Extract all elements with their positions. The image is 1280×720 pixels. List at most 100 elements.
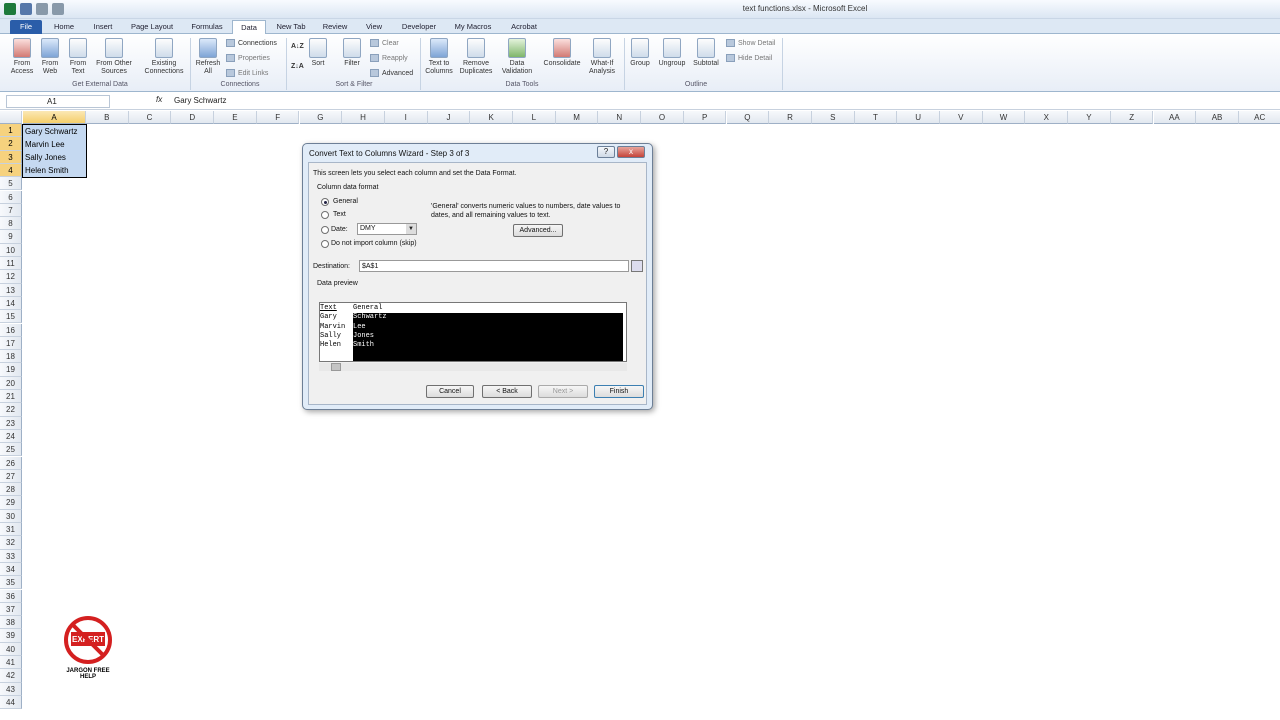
row-header-34[interactable]: 34 [0, 562, 22, 577]
row-header-5[interactable]: 5 [0, 177, 22, 191]
from-other-sources-button[interactable]: From Other Sources [92, 38, 136, 76]
remove-duplicates-button[interactable]: Remove Duplicates [456, 38, 496, 76]
tab-page-layout[interactable]: Page Layout [128, 20, 176, 34]
cell-a2[interactable]: Marvin Lee [23, 138, 85, 151]
radio-skip[interactable] [321, 240, 329, 248]
cell-a3[interactable]: Sally Jones [23, 151, 85, 164]
row-header-36[interactable]: 36 [0, 589, 22, 603]
column-header-y[interactable]: Y [1068, 111, 1111, 124]
row-header-24[interactable]: 24 [0, 429, 22, 444]
row-header-44[interactable]: 44 [0, 695, 22, 710]
help-button[interactable]: ? [597, 146, 615, 158]
column-header-z[interactable]: Z [1110, 111, 1154, 124]
row-header-25[interactable]: 25 [0, 443, 22, 457]
insert-function-button[interactable]: fx [156, 95, 162, 104]
column-header-c[interactable]: C [128, 111, 172, 124]
row-header-10[interactable]: 10 [0, 243, 22, 257]
column-header-t[interactable]: T [854, 111, 898, 124]
tab-file[interactable]: File [10, 20, 42, 34]
column-header-m[interactable]: M [555, 111, 599, 124]
sort-az-button[interactable]: A↓Z [291, 42, 304, 51]
tab-view[interactable]: View [360, 20, 388, 34]
tab-insert[interactable]: Insert [88, 20, 118, 34]
clear-button[interactable]: Clear [370, 39, 399, 48]
column-header-l[interactable]: L [513, 111, 556, 124]
row-header-35[interactable]: 35 [0, 576, 22, 590]
data-preview[interactable]: Text Gary Marvin Sally Helen General Sch… [319, 302, 627, 362]
radio-text[interactable] [321, 211, 329, 219]
radio-date[interactable] [321, 226, 329, 234]
finish-button[interactable]: Finish [594, 385, 644, 398]
column-header-d[interactable]: D [171, 111, 215, 124]
select-all-corner[interactable] [0, 111, 22, 124]
column-header-s[interactable]: S [811, 111, 855, 124]
properties-button[interactable]: Properties [226, 54, 270, 63]
column-header-i[interactable]: I [384, 111, 428, 124]
advanced-button[interactable]: Advanced... [513, 224, 563, 237]
filter-button[interactable]: Filter [338, 38, 366, 68]
tab-review[interactable]: Review [318, 20, 352, 34]
row-header-31[interactable]: 31 [0, 523, 22, 537]
row-header-30[interactable]: 30 [0, 509, 22, 523]
from-web-button[interactable]: From Web [36, 38, 64, 76]
group-button[interactable]: Group [626, 38, 654, 68]
column-header-n[interactable]: N [598, 111, 642, 124]
row-header-6[interactable]: 6 [0, 190, 22, 204]
reapply-button[interactable]: Reapply [370, 54, 408, 63]
tab-formulas[interactable]: Formulas [186, 20, 228, 34]
column-header-p[interactable]: P [683, 111, 727, 124]
column-header-aa[interactable]: AA [1153, 111, 1197, 124]
radio-general[interactable] [321, 198, 329, 206]
subtotal-button[interactable]: Subtotal [690, 38, 722, 68]
connections-button[interactable]: Connections [226, 39, 277, 48]
row-header-1[interactable]: 1 [0, 124, 22, 138]
advanced-filter-button[interactable]: Advanced [370, 69, 413, 78]
tab-my-macros[interactable]: My Macros [450, 20, 496, 34]
row-header-22[interactable]: 22 [0, 403, 22, 417]
row-header-7[interactable]: 7 [0, 203, 22, 218]
column-header-ab[interactable]: AB [1196, 111, 1239, 124]
row-header-4[interactable]: 4 [0, 163, 22, 178]
column-header-k[interactable]: K [470, 111, 513, 124]
column-header-u[interactable]: U [897, 111, 940, 124]
text-to-columns-button[interactable]: Text to Columns [424, 38, 454, 76]
row-header-33[interactable]: 33 [0, 549, 22, 563]
row-header-41[interactable]: 41 [0, 656, 22, 670]
row-header-21[interactable]: 21 [0, 390, 22, 404]
column-header-b[interactable]: B [86, 111, 129, 124]
cell-a1[interactable]: Gary Schwartz [23, 125, 85, 138]
row-header-12[interactable]: 12 [0, 270, 22, 284]
ungroup-button[interactable]: Ungroup [654, 38, 690, 68]
column-header-f[interactable]: F [256, 111, 300, 124]
tab-new-tab[interactable]: New Tab [272, 20, 310, 34]
row-header-8[interactable]: 8 [0, 217, 22, 231]
refresh-all-button[interactable]: Refresh All [192, 38, 224, 76]
row-header-19[interactable]: 19 [0, 363, 22, 377]
column-header-g[interactable]: G [299, 111, 343, 124]
row-header-17[interactable]: 17 [0, 336, 22, 351]
date-format-select[interactable]: DMY ▼ [357, 223, 417, 235]
row-header-18[interactable]: 18 [0, 350, 22, 364]
sort-button[interactable]: Sort [306, 38, 330, 68]
existing-connections-button[interactable]: Existing Connections [140, 38, 188, 76]
close-button[interactable]: x [617, 146, 645, 158]
scrollbar-thumb[interactable] [331, 363, 341, 371]
row-header-13[interactable]: 13 [0, 283, 22, 297]
tab-developer[interactable]: Developer [396, 20, 442, 34]
row-header-28[interactable]: 28 [0, 483, 22, 497]
from-access-button[interactable]: From Access [8, 38, 36, 76]
tab-home[interactable]: Home [50, 20, 78, 34]
row-header-16[interactable]: 16 [0, 323, 22, 337]
row-header-43[interactable]: 43 [0, 682, 22, 696]
preview-horizontal-scrollbar[interactable] [319, 363, 627, 371]
column-header-w[interactable]: W [982, 111, 1026, 124]
preview-column-1[interactable]: Text Gary Marvin Sally Helen [320, 304, 345, 350]
row-header-40[interactable]: 40 [0, 642, 22, 656]
column-header-q[interactable]: Q [726, 111, 770, 124]
formula-input[interactable]: Gary Schwartz [174, 96, 226, 105]
preview-column-2[interactable]: General Schwartz Lee Jones Smith [353, 304, 387, 350]
row-header-2[interactable]: 2 [0, 137, 22, 151]
row-header-39[interactable]: 39 [0, 629, 22, 643]
range-picker-icon[interactable] [631, 260, 643, 272]
column-header-e[interactable]: E [214, 111, 257, 124]
